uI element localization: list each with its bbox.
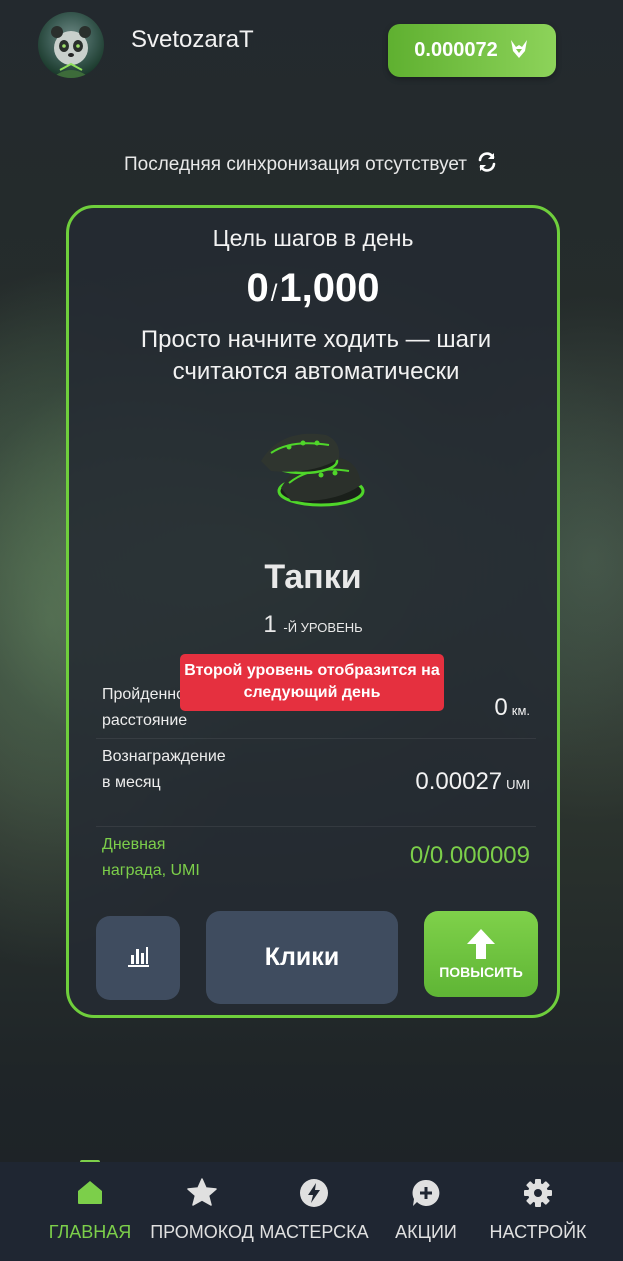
stat-value-number: 0.00027 xyxy=(415,768,503,795)
chat-plus-icon xyxy=(411,1178,441,1212)
goal-title: Цель шагов в день xyxy=(212,225,414,251)
nav-label: НАСТРОЙК xyxy=(489,1222,587,1242)
item-level-number: 1 xyxy=(263,611,277,638)
bottom-nav: ГЛАВНАЯ ПРОМОКОД МАСТЕРСКА АКЦИИ НАСТРОЙ… xyxy=(0,1162,623,1261)
sync-text: Последняя синхронизация отсутствует xyxy=(123,154,467,175)
sync-status: Последняя синхронизация отсутствует xyxy=(0,150,623,180)
nav-item-settings[interactable]: НАСТРОЙК xyxy=(476,1162,600,1261)
goal-description: Просто начните ходить — шаги считаются а… xyxy=(140,326,492,385)
stats-button[interactable] xyxy=(96,916,180,1000)
stat-value: 0.00027 UMI xyxy=(415,768,530,796)
goal-target: 1,000 xyxy=(279,266,380,310)
item-level-suffix: -Й УРОВЕНЬ xyxy=(283,620,363,635)
item-level: 1 -Й УРОВЕНЬ xyxy=(69,611,557,639)
username: SvetozaraT xyxy=(131,26,254,53)
home-icon xyxy=(76,1178,104,1210)
clicks-button[interactable]: Клики xyxy=(206,911,398,1004)
refresh-icon[interactable] xyxy=(475,150,499,180)
upgrade-button[interactable]: ПОВЫСИТЬ xyxy=(424,911,538,997)
stat-value-number: 0/0.000009 xyxy=(409,842,530,869)
goal-current: 0 xyxy=(246,266,269,310)
level-tooltip: Второй уровень отобразится на следующий … xyxy=(180,654,444,711)
stat-row-daily-reward: Дневная награда, UMI 0/0.000009 xyxy=(96,828,536,888)
stat-row-monthly-reward: Вознаграждение в месяц 0.00027 UMI xyxy=(96,740,536,827)
bolt-icon xyxy=(299,1178,329,1212)
bar-chart-icon xyxy=(125,943,151,973)
star-icon xyxy=(187,1178,217,1210)
stat-value-number: 0 xyxy=(494,694,508,721)
upgrade-label: ПОВЫСИТЬ xyxy=(439,964,523,980)
nav-item-workshop[interactable]: МАСТЕРСКА xyxy=(252,1162,376,1261)
stat-value: 0 км. xyxy=(494,694,530,722)
slippers-image xyxy=(241,413,371,533)
item-name: Тапки xyxy=(264,558,362,596)
balance-button[interactable]: 0.000072 xyxy=(388,24,556,77)
arrow-up-icon xyxy=(467,929,495,959)
goal-separator: / xyxy=(270,280,278,307)
stat-unit: км. xyxy=(511,703,530,718)
gear-icon xyxy=(523,1178,553,1212)
avatar[interactable] xyxy=(38,12,104,78)
goal-progress: 0/1,000 xyxy=(69,266,557,311)
stat-label: Дневная награда, UMI xyxy=(102,836,200,879)
balance-value: 0.000072 xyxy=(414,39,498,61)
stat-label: Вознаграждение в месяц xyxy=(102,748,226,791)
stat-unit: UMI xyxy=(506,777,530,792)
umi-fox-icon xyxy=(508,38,530,64)
nav-item-promocode[interactable]: ПРОМОКОД xyxy=(140,1162,264,1261)
steps-card: Цель шагов в день 0/1,000 Просто начните… xyxy=(66,205,560,1018)
nav-item-home[interactable]: ГЛАВНАЯ xyxy=(28,1162,152,1261)
stat-value: 0/0.000009 xyxy=(410,842,530,870)
nav-item-promotions[interactable]: АКЦИИ xyxy=(364,1162,488,1261)
